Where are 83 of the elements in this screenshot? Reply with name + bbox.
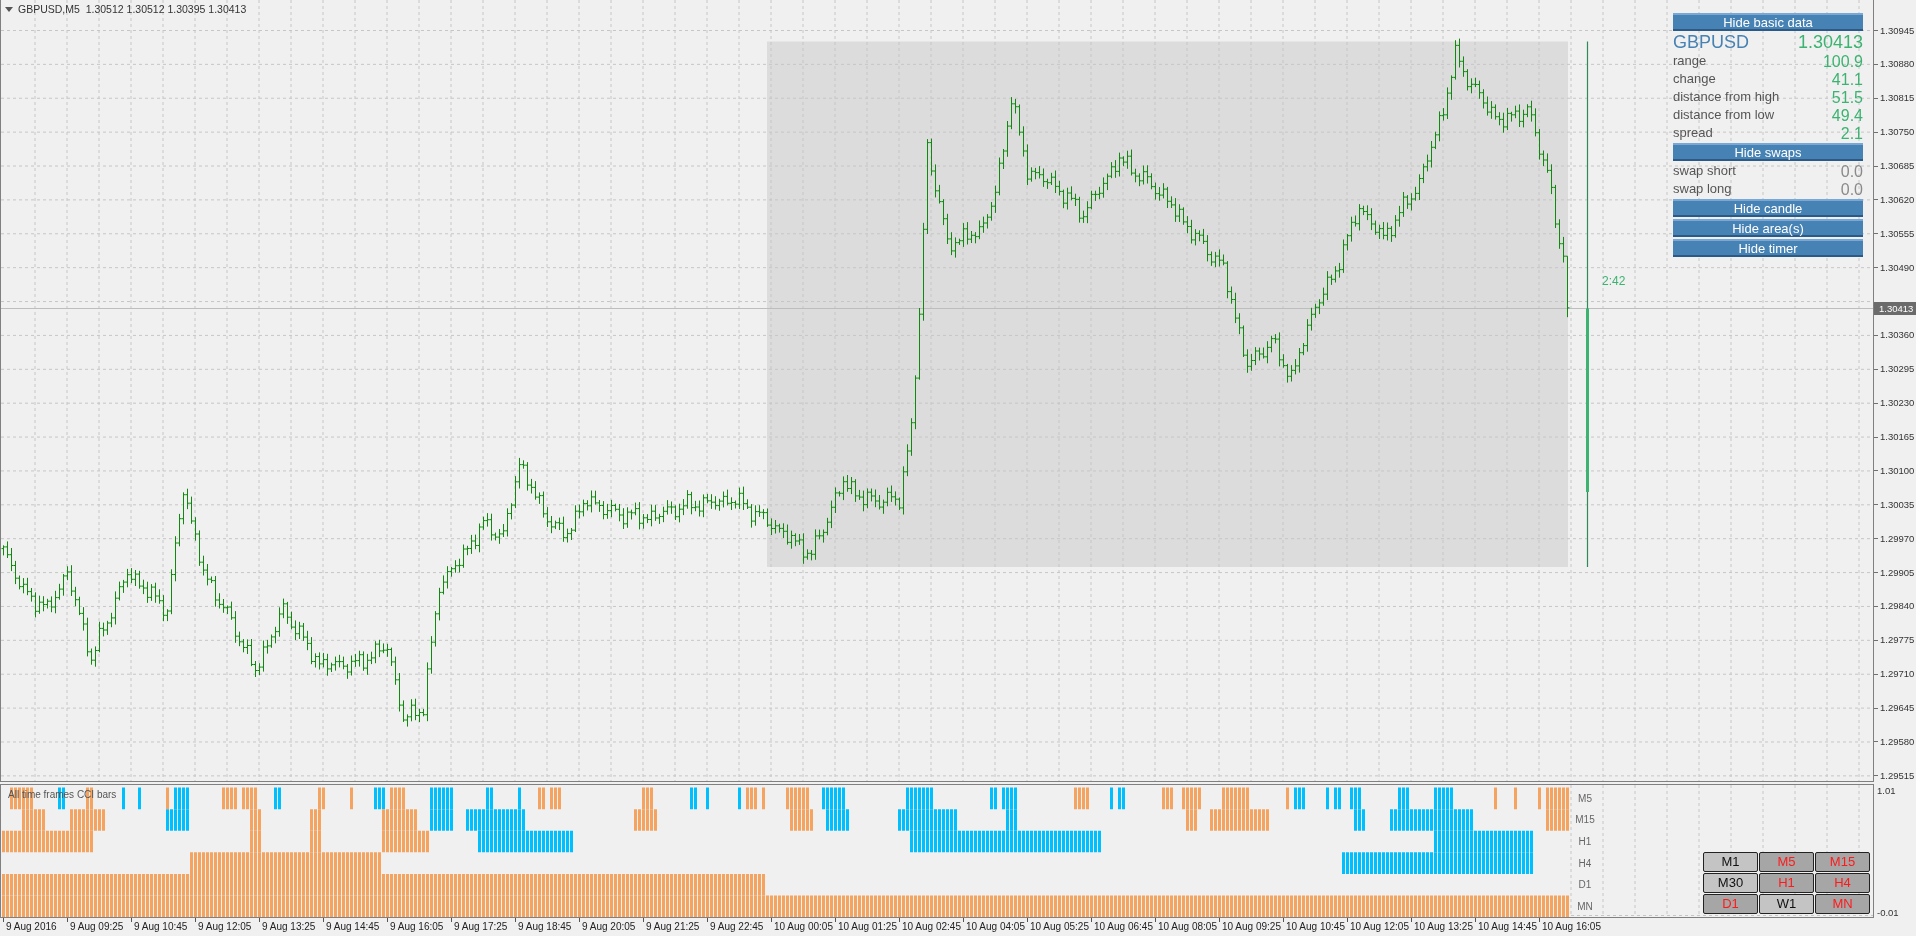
time-label: 9 Aug 18:45 (518, 921, 572, 933)
price-axis-label: 1.29840 (1880, 601, 1915, 612)
timeframe-button[interactable]: M30 (1703, 873, 1758, 893)
price-axis-label: 1.29775 (1880, 635, 1915, 646)
price-axis-label: 1.30555 (1880, 228, 1915, 239)
scale-label: 1.01 (1877, 786, 1897, 796)
stat-label: spread (1673, 126, 1713, 140)
price-axis-label: 1.30685 (1880, 161, 1915, 171)
price-axis-label: 1.30230 (1880, 398, 1915, 409)
time-label: 10 Aug 13:25 (1414, 921, 1473, 933)
time-label: 10 Aug 06:45 (1094, 921, 1153, 933)
price-axis-label: 1.30490 (1880, 262, 1915, 273)
stat-value: 51.5 (1831, 88, 1863, 106)
price-axis-label: 1.30815 (1880, 93, 1915, 104)
time-label: 9 Aug 20:05 (582, 921, 636, 933)
price-axis-label: 1.30295 (1880, 364, 1915, 375)
time-label: 10 Aug 02:45 (902, 921, 961, 933)
timeframe-button[interactable]: M1 (1703, 852, 1758, 872)
chart-title: GBPUSD,M5 1.30512 1.30512 1.30395 1.30413 (18, 3, 247, 15)
caret-icon[interactable] (5, 6, 13, 12)
stat-label: range (1673, 54, 1707, 68)
swap-value: 0.0 (1840, 162, 1863, 180)
stat-label: distance from high (1673, 90, 1780, 104)
time-label: 9 Aug 17:25 (454, 921, 508, 933)
time-label: 10 Aug 12:05 (1350, 921, 1409, 933)
time-label: 10 Aug 05:25 (1030, 921, 1089, 933)
time-label: 9 Aug 16:05 (390, 921, 444, 933)
countdown-timer: 2:42 (1602, 274, 1626, 288)
time-label: 10 Aug 00:05 (774, 921, 833, 933)
price-axis-label: 1.30360 (1880, 330, 1915, 341)
swap-label: swap long (1673, 182, 1732, 196)
timeframe-label: D1 (1578, 879, 1592, 891)
time-label: 9 Aug 09:25 (70, 921, 124, 933)
stat-value: 49.4 (1831, 106, 1863, 124)
swap-label: swap short (1673, 164, 1736, 178)
price-axis-label: 1.29710 (1880, 669, 1915, 680)
time-label: 9 Aug 14:45 (326, 921, 380, 933)
time-label: 9 Aug 12:05 (198, 921, 252, 933)
time-label: 10 Aug 04:05 (966, 921, 1025, 933)
price-axis-label: 1.29515 (1880, 770, 1915, 781)
panel-button[interactable]: Hide area(s) (1673, 219, 1863, 237)
panel-button[interactable]: Hide timer (1673, 239, 1863, 257)
price-axis-label: 1.30035 (1880, 499, 1915, 510)
symbol-name: GBPUSD (1673, 32, 1750, 52)
time-label: 10 Aug 08:05 (1158, 921, 1217, 933)
price-axis-label: 1.30945 (1880, 25, 1915, 36)
current-price-label: 1.30413 (1874, 302, 1916, 315)
price-axis-label: 1.29970 (1880, 533, 1915, 544)
timeframe-label: MN (1577, 900, 1593, 912)
timeframe-label: H4 (1578, 857, 1592, 869)
panel-button[interactable]: Hide candle (1673, 199, 1863, 217)
price-axis-label: 1.30165 (1880, 432, 1915, 442)
price-axis-label: 1.30100 (1880, 465, 1915, 476)
symbol-price: 1.30413 (1797, 32, 1863, 52)
time-label: 10 Aug 10:45 (1286, 921, 1345, 933)
timeframe-label: H1 (1578, 836, 1592, 847)
price-axis-label: 1.29905 (1880, 567, 1915, 578)
swap-value: 0.0 (1840, 180, 1863, 198)
time-label: 9 Aug 2016 (6, 921, 57, 933)
scale-label: -0.01 (1877, 908, 1900, 918)
stat-value: 41.1 (1831, 70, 1863, 88)
stat-label: distance from low (1673, 108, 1775, 122)
stat-value: 100.9 (1822, 52, 1863, 70)
price-axis-label: 1.30620 (1880, 194, 1915, 205)
time-label: 9 Aug 13:25 (262, 921, 316, 933)
time-label: 10 Aug 09:25 (1222, 921, 1281, 933)
time-label: 9 Aug 10:45 (134, 921, 188, 933)
time-label: 10 Aug 16:05 (1542, 921, 1601, 933)
timeframe-button[interactable]: W1 (1759, 894, 1814, 914)
price-axis-label: 1.30750 (1880, 127, 1915, 138)
time-label: 10 Aug 01:25 (838, 921, 897, 933)
timeframe-label: M5 (1578, 792, 1592, 804)
time-label: 10 Aug 14:45 (1478, 921, 1537, 933)
panel-button[interactable]: Hide basic data (1673, 13, 1863, 31)
stat-label: change (1673, 72, 1716, 86)
price-axis-label: 1.30880 (1880, 59, 1915, 70)
price-axis-label: 1.29580 (1880, 736, 1915, 747)
time-label: 9 Aug 22:45 (710, 921, 764, 933)
time-label: 9 Aug 21:25 (646, 921, 700, 933)
stat-value: 2.1 (1840, 124, 1863, 142)
panel-button[interactable]: Hide swaps (1673, 143, 1863, 161)
price-axis-label: 1.29645 (1880, 703, 1915, 713)
timeframe-label: M15 (1575, 814, 1595, 826)
